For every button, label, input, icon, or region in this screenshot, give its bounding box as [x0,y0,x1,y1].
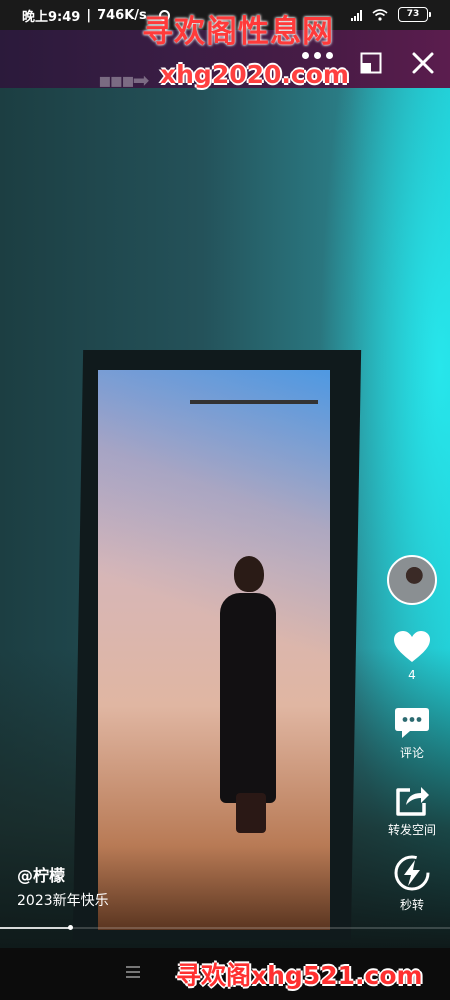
post-caption: 2023新年快乐 [17,893,109,909]
status-net-speed: 746K/s [97,7,147,23]
flash-repost-button[interactable]: 秒转 [380,854,444,913]
video-figure-legs [236,793,266,833]
comment-icon [395,708,429,738]
video-figure-head [234,556,264,592]
comment-button[interactable]: 评论 [380,706,444,761]
flash-icon [394,855,430,891]
share-label: 转发空间 [387,823,436,837]
flash-label: 秒转 [399,898,424,912]
battery-indicator: 73 [398,7,431,22]
video-mirror-rod [190,400,318,404]
wifi-icon [372,8,388,21]
close-icon[interactable] [410,50,436,76]
progress-fill [0,927,70,929]
status-divider: | [86,7,92,23]
progress-knob[interactable] [67,925,73,930]
like-count: 4 [408,668,416,682]
signal-icon [351,9,362,21]
comment-label: 评论 [399,746,424,760]
share-button[interactable]: 转发空间 [380,783,444,838]
like-button[interactable]: 4 [380,630,444,682]
share-icon [396,787,429,816]
video-figure-body [220,593,276,803]
arrow-hint-icon: ▪▪▪➡ [98,68,149,92]
watermark-bottom: 寻欢阁xhg521.com [176,961,423,990]
pip-icon[interactable] [360,52,382,74]
author-avatar[interactable] [387,555,437,605]
progress-bar[interactable] [0,925,450,930]
menu-icon[interactable] [126,966,140,978]
watermark-top-title: 寻欢阁性息网 [142,14,334,50]
post-author[interactable]: @柠檬 [17,862,65,886]
watermark-top-url: xhg2020.com [160,60,349,89]
video-mirror-glass [98,370,330,930]
heart-icon [394,631,430,662]
more-icon[interactable] [302,52,333,59]
status-time: 晚上9:49 [22,9,81,25]
